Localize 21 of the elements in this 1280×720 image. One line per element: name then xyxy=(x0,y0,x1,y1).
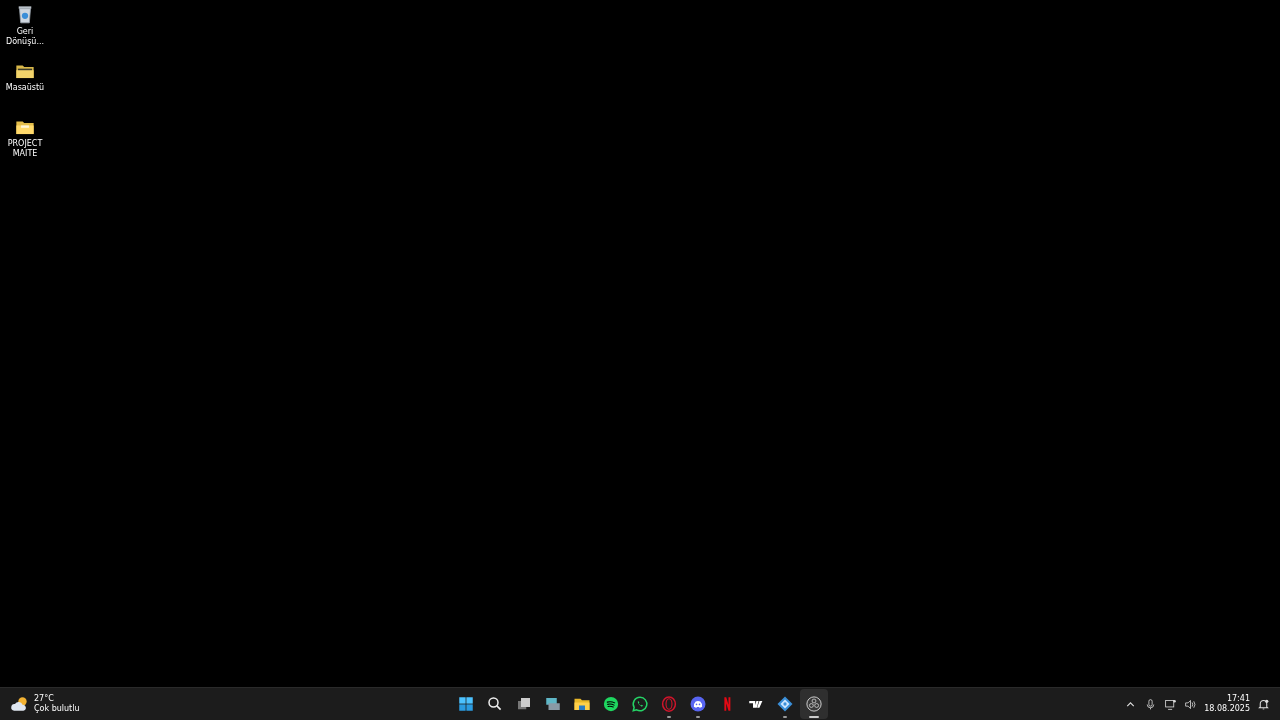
spotify-logo-icon xyxy=(602,695,620,713)
clock[interactable]: 17:41 18.08.2025 xyxy=(1204,694,1250,714)
weather-condition-text: Çok bulutlu xyxy=(34,704,80,714)
speaker-icon[interactable] xyxy=(1184,697,1198,711)
ring-o-icon xyxy=(660,695,678,713)
time-text: 17:41 xyxy=(1226,694,1250,704)
search-icon xyxy=(486,695,504,713)
notification-bell-icon[interactable] xyxy=(1257,697,1270,711)
taskbar-app-button[interactable] xyxy=(800,689,828,719)
windows-logo-icon xyxy=(457,695,475,713)
weather-widget[interactable]: 27°C Çok bulutlu xyxy=(10,694,80,714)
date-text: 18.08.2025 xyxy=(1204,704,1250,714)
desktop-shortcut[interactable]: PROJECT MAITE xyxy=(0,116,50,166)
temperature-text: 27°C xyxy=(34,694,55,704)
chat-bubble-phone-icon xyxy=(631,695,649,713)
desktop-shortcut[interactable]: Geri Dönüşü... xyxy=(0,4,50,54)
desktop-shortcut[interactable]: Masaüstü xyxy=(0,60,50,110)
widgets-icon xyxy=(544,695,562,713)
cloud-sun-icon xyxy=(10,694,30,714)
diamond-icon xyxy=(776,695,794,713)
monitor-network-icon[interactable] xyxy=(1164,697,1178,711)
